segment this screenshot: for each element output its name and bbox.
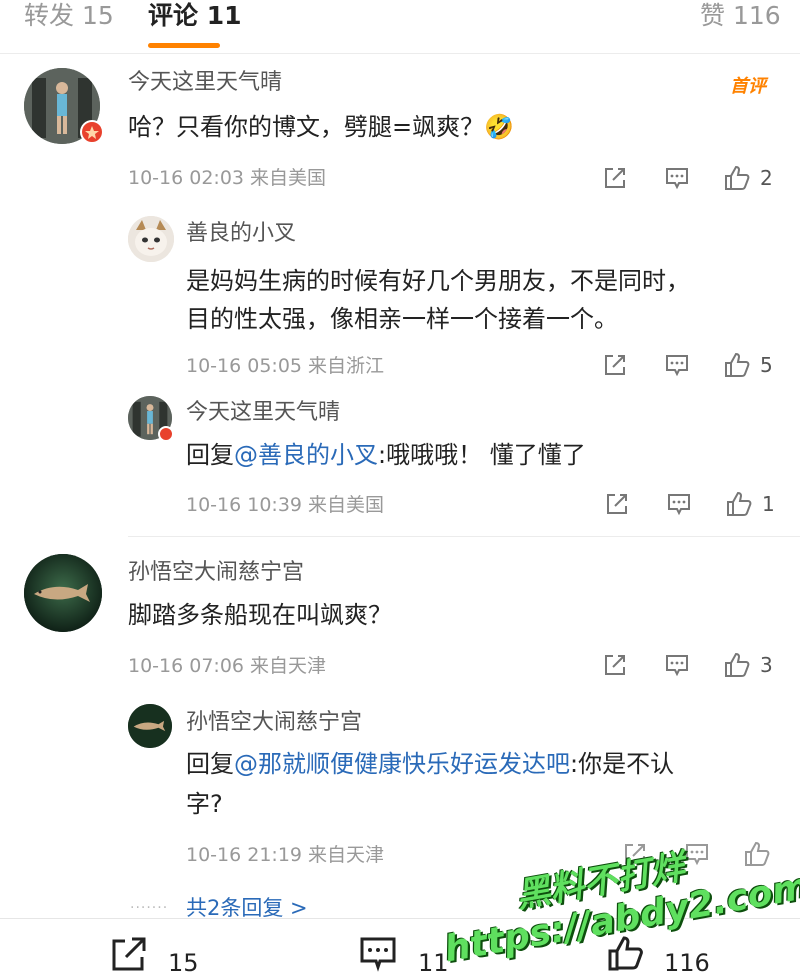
repost-button[interactable]: 15 — [108, 933, 208, 973]
comment-icon — [360, 937, 396, 972]
comment-icon[interactable] — [682, 839, 712, 869]
tab-repost-count: 15 — [81, 1, 114, 30]
comment-tabs: 转发 15 评论 11 赞 116 — [0, 0, 800, 52]
reply-text-line1: 是妈妈生病的时候有好几个男朋友，不是同时， — [186, 267, 690, 295]
reply-author[interactable]: 善良的小叉 — [186, 219, 296, 249]
first-comment-badge: 首评 — [730, 76, 766, 97]
like-count: 116 — [664, 949, 710, 973]
reply-prefix: 回复 — [186, 441, 234, 469]
fish-avatar-icon — [128, 704, 172, 748]
tab-comment-label: 评论 — [148, 1, 199, 30]
comment-icon[interactable] — [662, 350, 692, 380]
tab-comment-count: 11 — [206, 1, 242, 30]
bottom-action-bar: 15 11 116 — [0, 918, 800, 973]
comment-text: 脚踏多条船现在叫飒爽？ — [128, 601, 392, 629]
reply-author[interactable]: 孙悟空大闹慈宁宫 — [186, 708, 362, 738]
tab-like[interactable]: 赞 116 — [700, 0, 781, 32]
reply-meta: 10-16 10:39 来自美国 — [186, 494, 385, 516]
divider — [0, 53, 800, 54]
tab-comment[interactable]: 评论 11 — [148, 0, 242, 32]
comment-author[interactable]: 孙悟空大闹慈宁宫 — [128, 558, 304, 588]
cat-avatar-icon — [128, 216, 174, 262]
avatar[interactable] — [128, 216, 174, 262]
share-icon[interactable] — [602, 489, 632, 519]
comment-count: 11 — [418, 949, 449, 973]
comment-text: 哈？只看你的博文，劈腿=飒爽？🤣 — [128, 113, 514, 141]
reply-prefix: 回复 — [186, 750, 234, 778]
reply-text-line2: 字? — [186, 790, 223, 818]
mention-link[interactable]: @善良的小叉 — [234, 441, 378, 469]
tab-like-count: 116 — [732, 1, 781, 30]
comment-button[interactable]: 11 — [358, 933, 458, 973]
reply-text-line2: 目的性太强，像相亲一样一个接着一个。 — [186, 305, 618, 333]
avatar[interactable] — [24, 554, 102, 632]
verified-badge-icon — [80, 120, 104, 144]
like-icon[interactable] — [742, 839, 772, 869]
active-tab-indicator — [148, 43, 220, 48]
comment-meta: 10-16 07:06 来自天津 — [128, 655, 327, 677]
share-icon[interactable] — [600, 350, 630, 380]
divider — [128, 536, 800, 537]
reply-body: :你是不认 — [570, 750, 675, 778]
tab-repost-label: 转发 — [24, 1, 75, 30]
reply-text: 回复@善良的小叉:哦哦哦！ 懂了懂了 — [186, 436, 586, 474]
like-button[interactable]: 116 — [606, 933, 726, 973]
comment-meta: 10-16 02:03 来自美国 — [128, 167, 327, 189]
like-count: 1 — [762, 492, 775, 516]
comment-icon[interactable] — [662, 163, 692, 193]
watermark-line1: 黑料不打烊 — [513, 847, 688, 917]
more-dots: ······· — [130, 900, 169, 916]
share-icon[interactable] — [620, 839, 650, 869]
reply-meta: 10-16 05:05 来自浙江 — [186, 355, 385, 377]
share-icon[interactable] — [600, 650, 630, 680]
reply-author[interactable]: 今天这里天气晴 — [186, 398, 340, 428]
like-count: 2 — [760, 166, 773, 190]
repost-count: 15 — [168, 949, 199, 973]
verified-badge-icon — [158, 426, 174, 442]
like-icon[interactable] — [722, 650, 752, 680]
reply-text-line1: 回复@那就顺便健康快乐好运发达吧:你是不认 — [186, 745, 674, 783]
comment-author[interactable]: 今天这里天气晴 — [128, 68, 282, 98]
reply-meta: 10-16 21:19 来自天津 — [186, 844, 385, 866]
like-icon — [608, 936, 643, 971]
repost-icon — [112, 937, 146, 971]
like-count: 5 — [760, 353, 773, 377]
comment-icon[interactable] — [664, 489, 694, 519]
mention-link[interactable]: @那就顺便健康快乐好运发达吧 — [234, 750, 570, 778]
reply-body: :哦哦哦！ 懂了懂了 — [378, 441, 586, 469]
like-count: 3 — [760, 653, 773, 677]
share-icon[interactable] — [600, 163, 630, 193]
like-icon[interactable] — [724, 489, 754, 519]
tab-like-label: 赞 — [700, 1, 726, 30]
fish-avatar-icon — [24, 554, 102, 632]
like-icon[interactable] — [722, 350, 752, 380]
tab-repost[interactable]: 转发 15 — [24, 0, 114, 32]
comment-icon[interactable] — [662, 650, 692, 680]
like-icon[interactable] — [722, 163, 752, 193]
avatar[interactable] — [128, 704, 172, 748]
